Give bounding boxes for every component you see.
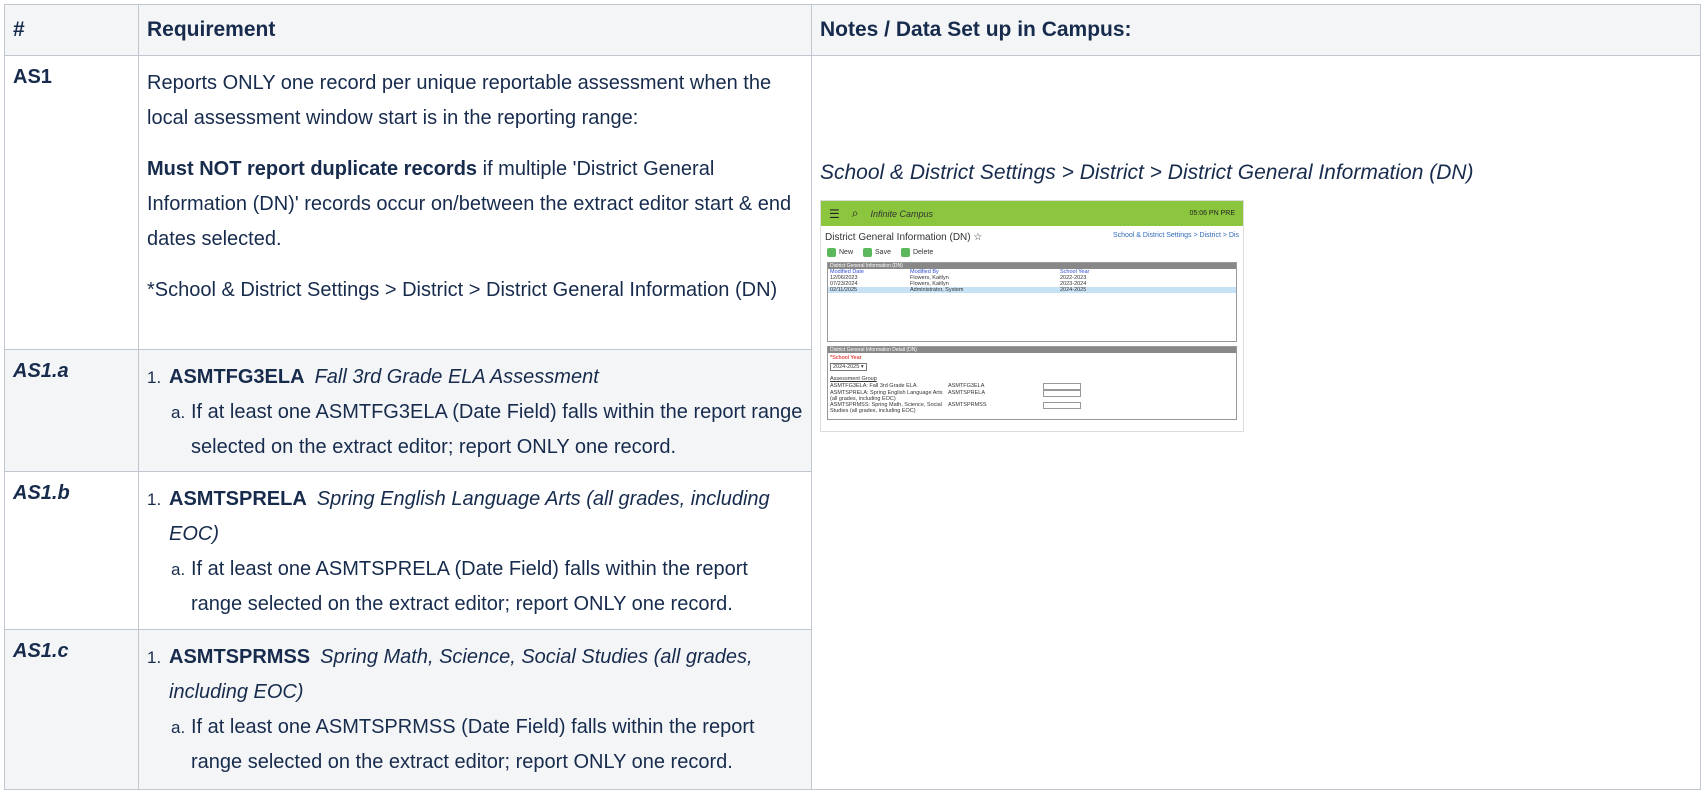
header-row: # Requirement Notes / Data Set up in Cam… [4,4,1701,56]
campus-screenshot: ☰ ⌕ Infinite Campus 05:06 PN PRE Distric… [820,200,1244,432]
header-notes: Notes / Data Set up in Campus: [811,4,1701,56]
row-id: AS1 [4,55,139,350]
assessment-code: ASMTSPRMSS [169,646,311,668]
requirement-paragraph: Reports ONLY one record per unique repor… [147,72,772,129]
assessment-description: Fall 3rd Grade ELA Assessment [314,366,599,388]
action-buttons: New Save Delete [821,246,1243,259]
save-button: Save [863,248,891,257]
requirements-table: # Requirement Notes / Data Set up in Cam… [4,4,1701,790]
minus-icon [900,248,910,257]
clock-text: 05:06 PN PRE [1189,210,1235,217]
requirement-text: 1. ASMTFG3ELA Fall 3rd Grade ELA Assessmen… [138,349,812,472]
row-id: AS1.c [4,629,139,790]
assessment-code: ASMTFG3ELA [169,366,305,388]
app-toolbar: ☰ ⌕ Infinite Campus 05:06 PN PRE [821,201,1243,226]
screen-title: District General Information (DN) ☆ [825,232,983,243]
records-grid: District General Information (DN) Modifi… [827,262,1237,342]
list-item: 1. ASMTFG3ELA Fall 3rd Grade ELA Assessmen… [147,366,599,388]
screen-title-bar: District General Information (DN) ☆ Scho… [821,226,1243,246]
sub-list-item: a. If at least one ASMTFG3ELA (Date Field… [171,401,803,458]
campus-logo: Infinite Campus [870,208,934,219]
save-icon [863,248,873,257]
grid-row-selected: 02/11/2025 Administrator, System 2024-20… [828,287,1236,293]
row-as1: AS1 Reports ONLY one record per unique r… [4,55,1701,790]
requirement-paragraph: *School & District Settings > District >… [147,279,778,301]
assessment-group-label: Assessment Group [830,376,877,382]
notes-caption: School & District Settings > District > … [820,161,1474,184]
bold-phrase: Must NOT report duplicate records [147,158,478,180]
school-year-label: *School Year [830,355,862,361]
header-number: # [4,4,139,56]
requirement-text: 1. ASMTSPRELA Spring English Language Arts… [138,471,812,630]
notes-cell: School & District Settings > District > … [811,55,1701,790]
delete-button: Delete [900,248,933,257]
menu-icon: ☰ [829,206,840,221]
row-id: AS1.b [4,471,139,630]
date-field [1043,402,1081,409]
assessment-row: ASMTSPRELA: Spring English Language Arts… [828,390,1236,402]
breadcrumb: School & District Settings > District > … [1112,232,1239,239]
assessment-code: ASMTSPRELA [169,488,307,510]
requirement-text: 1. ASMTSPRMSS Spring Math, Science, Social… [138,629,812,790]
assessment-row: ASMTSPRMSS: Spring Math, Science, Social… [828,402,1236,414]
school-year-select: 2024-2025 ▾ [830,363,867,371]
assessment-row: ASMTFG3ELA: Fall 3rd Grade ELA ASMTFG3EL… [828,383,1236,390]
list-item: 1. ASMTSPRELA Spring English Language Arts… [147,488,770,545]
search-icon: ⌕ [851,206,859,220]
detail-panel: District General Information Detail (DN)… [827,346,1237,420]
new-button: New [827,248,853,257]
requirement-text: Reports ONLY one record per unique repor… [138,55,812,350]
date-field [1043,390,1081,397]
row-id: AS1.a [4,349,139,472]
plus-icon [827,248,836,257]
date-field [1043,383,1081,390]
sub-list-item: a. If at least one ASMTSPRMSS (Date Field… [171,716,755,773]
sub-list-item: a. If at least one ASMTSPRELA (Date Field… [171,558,748,615]
requirement-paragraph: Must NOT report duplicate records if mul… [147,152,803,257]
header-requirement: Requirement [138,4,812,56]
list-item: 1. ASMTSPRMSS Spring Math, Science, Social… [147,646,753,703]
